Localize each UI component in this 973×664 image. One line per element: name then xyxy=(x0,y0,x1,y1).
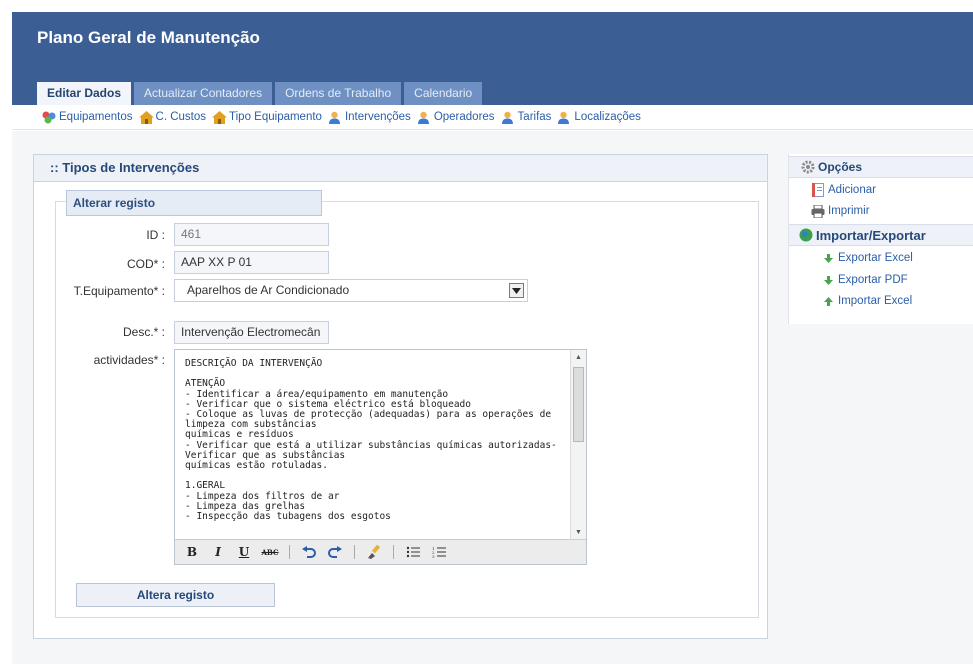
clean-format-icon[interactable] xyxy=(361,542,387,562)
import-export-heading: Importar/Exportar xyxy=(789,224,973,246)
toolbar-item-tipo-equipamento[interactable]: Tipo Equipamento xyxy=(212,110,322,124)
arrow-up-icon xyxy=(821,294,835,308)
toolbar-item-tarifas[interactable]: Tarifas xyxy=(501,111,552,124)
actividades-textarea[interactable]: DESCRIÇÃO DA INTERVENÇÃO ATENÇÃO - Ident… xyxy=(175,350,571,539)
toolbar-divider xyxy=(289,545,290,559)
toolbar-item-equipamentos[interactable]: Equipamentos xyxy=(42,111,133,124)
app-title: Plano Geral de Manutenção xyxy=(37,28,260,47)
arrow-down-icon xyxy=(821,251,835,265)
exportar-excel-label: Exportar Excel xyxy=(838,252,913,264)
options-sidebar: Opções Adicionar Imprimir Importar/Expor… xyxy=(788,154,973,324)
toolbar-item-label: Equipamentos xyxy=(59,111,133,123)
globe-icon xyxy=(799,228,813,242)
tab-ordens-de-trabalho[interactable]: Ordens de Trabalho xyxy=(275,82,402,105)
exportar-pdf-link[interactable]: Exportar PDF xyxy=(821,273,908,287)
toolbar-item-label: Localizações xyxy=(574,111,641,123)
undo-icon[interactable] xyxy=(296,542,322,562)
importar-excel-label: Importar Excel xyxy=(838,295,913,307)
strikethrough-button[interactable]: ABC xyxy=(257,542,283,562)
actividades-editor: DESCRIÇÃO DA INTERVENÇÃO ATENÇÃO - Ident… xyxy=(174,349,587,565)
toolbar-item-intervencoes[interactable]: Intervenções xyxy=(328,111,411,124)
bullet-list-icon[interactable] xyxy=(400,542,426,562)
tab-calendario[interactable]: Calendario xyxy=(404,82,483,105)
toolbar-item-label: Intervenções xyxy=(344,111,411,123)
tab-editar-dados[interactable]: Editar Dados xyxy=(37,82,132,105)
home-icon xyxy=(212,110,228,124)
importar-excel-link[interactable]: Importar Excel xyxy=(821,294,912,308)
add-document-icon xyxy=(811,183,825,197)
user-icon xyxy=(501,111,516,124)
options-title: Opções xyxy=(818,160,863,174)
tab-actualizar-contadores[interactable]: Actualizar Contadores xyxy=(134,82,273,105)
gear-icon xyxy=(801,160,815,174)
numbered-list-icon[interactable]: 123 xyxy=(426,542,452,562)
editor-scrollbar[interactable]: ▲ ▼ xyxy=(570,350,586,539)
actividades-label: actividades* : xyxy=(93,353,165,367)
cod-label: COD* : xyxy=(126,257,165,271)
toolbar-divider xyxy=(393,545,394,559)
exportar-excel-link[interactable]: Exportar Excel xyxy=(821,251,913,265)
toolbar-item-label: C. Custos xyxy=(155,111,207,123)
user-icon xyxy=(328,111,343,124)
redo-icon[interactable] xyxy=(322,542,348,562)
user-icon xyxy=(557,111,572,124)
printer-icon xyxy=(811,204,825,218)
arrow-down-icon xyxy=(821,273,835,287)
home-icon xyxy=(138,110,154,124)
adicionar-link[interactable]: Adicionar xyxy=(811,183,876,197)
equipment-icon xyxy=(42,111,57,124)
svg-text:3: 3 xyxy=(432,554,435,558)
altera-registo-button[interactable]: Altera registo xyxy=(76,583,275,607)
desc-label: Desc.* : xyxy=(122,325,165,339)
exportar-pdf-label: Exportar PDF xyxy=(838,274,908,286)
import-export-title: Importar/Exportar xyxy=(816,227,926,243)
id-label: ID : xyxy=(146,228,165,242)
options-heading: Opções xyxy=(789,156,973,178)
panel-title: :: Tipos de Intervenções xyxy=(50,160,200,175)
desc-field[interactable]: Intervenção Electromecân xyxy=(174,321,329,344)
id-field: 461 xyxy=(174,223,329,246)
chevron-down-icon[interactable] xyxy=(509,283,524,298)
underline-button[interactable]: U xyxy=(231,542,257,562)
user-icon xyxy=(417,111,432,124)
select-value: Aparelhos de Ar Condicionado xyxy=(187,283,350,297)
toolbar-item-c-custos[interactable]: C. Custos xyxy=(138,110,207,124)
scroll-thumb[interactable] xyxy=(573,367,584,442)
toolbar-item-label: Operadores xyxy=(433,111,495,123)
toolbar-item-label: Tarifas xyxy=(517,111,552,123)
form-legend: Alterar registo xyxy=(66,190,322,216)
imprimir-label: Imprimir xyxy=(828,205,870,217)
tipo-equipamento-label: T.Equipamento* : xyxy=(73,284,165,298)
cod-field[interactable]: AAP XX P 01 xyxy=(174,251,329,274)
italic-button[interactable]: I xyxy=(205,542,231,562)
scroll-up-icon[interactable]: ▲ xyxy=(571,350,586,364)
app-header: Plano Geral de Manutenção Editar Dados A… xyxy=(12,12,973,105)
adicionar-label: Adicionar xyxy=(828,184,876,196)
tab-bar: Editar Dados Actualizar Contadores Orden… xyxy=(37,82,485,105)
tipo-equipamento-select[interactable]: Aparelhos de Ar Condicionado xyxy=(174,279,528,302)
imprimir-link[interactable]: Imprimir xyxy=(811,204,870,218)
toolbar-item-label: Tipo Equipamento xyxy=(229,111,322,123)
scroll-down-icon[interactable]: ▼ xyxy=(571,525,586,539)
editor-toolbar: B I U ABC 123 xyxy=(175,539,586,564)
bold-button[interactable]: B xyxy=(179,542,205,562)
toolbar-item-localizacoes[interactable]: Localizações xyxy=(557,111,641,124)
toolbar-item-operadores[interactable]: Operadores xyxy=(417,111,495,124)
sub-toolbar: Equipamentos C. Custos Tipo Equipamento … xyxy=(12,105,973,130)
toolbar-divider xyxy=(354,545,355,559)
